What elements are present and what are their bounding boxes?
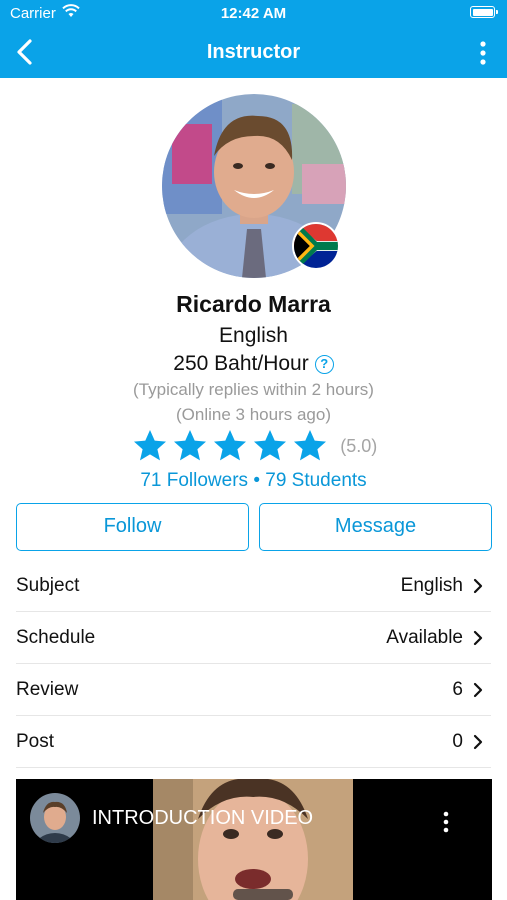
instructor-name: Ricardo Marra [176, 291, 331, 317]
instructor-price: 250 Baht/Hour [173, 352, 309, 375]
more-vertical-icon[interactable] [442, 811, 450, 833]
star-icon [253, 430, 286, 461]
video-channel-avatar [30, 793, 80, 843]
page-title: Instructor [206, 41, 301, 63]
chevron-right-icon [473, 734, 483, 750]
rating-score: (5.0) [340, 435, 378, 456]
message-button[interactable]: Message [259, 503, 492, 551]
row-label: Post [16, 731, 55, 752]
star-icon [293, 430, 326, 461]
more-vertical-icon[interactable] [473, 40, 493, 66]
instructor-subject: English [219, 324, 288, 347]
row-label: Schedule [16, 627, 96, 648]
chevron-right-icon [473, 630, 483, 646]
reply-time-note: (Typically replies within 2 hours) [133, 380, 374, 399]
row-subject[interactable]: Subject English [16, 560, 491, 612]
help-question-icon[interactable]: ? [314, 355, 334, 374]
follow-button[interactable]: Follow [16, 503, 249, 551]
star-container [130, 430, 330, 461]
clock: 12:42 AM [220, 5, 287, 22]
video-title: INTRODUCTION VIDEO [92, 807, 314, 829]
battery-icon [470, 6, 498, 18]
video-frame [153, 779, 353, 900]
row-value: 0 [452, 731, 463, 752]
row-schedule[interactable]: Schedule Available [16, 612, 491, 664]
price-row: 250 Baht/Hour? [0, 352, 507, 376]
star-icon [133, 430, 166, 461]
intro-video-player[interactable]: INTRODUCTION VIDEO [16, 779, 492, 900]
status-bar: Carrier 12:42 AM [0, 0, 507, 28]
rating-stars: (5.0) [0, 428, 507, 464]
row-value: 6 [452, 679, 463, 700]
row-label: Subject [16, 575, 80, 596]
online-status-note: (Online 3 hours ago) [176, 405, 331, 424]
followers-students-count[interactable]: 71 Followers • 79 Students [0, 470, 507, 492]
south-africa-flag-icon [292, 222, 340, 270]
star-icon [173, 430, 206, 461]
star-icon [213, 430, 246, 461]
row-value: English [400, 575, 463, 596]
row-label: Review [16, 679, 79, 700]
row-review[interactable]: Review 6 [16, 664, 491, 716]
row-value: Available [386, 627, 463, 648]
chevron-right-icon [473, 578, 483, 594]
app-header: Carrier 12:42 AM Instructor [0, 0, 507, 78]
row-post[interactable]: Post 0 [16, 716, 491, 768]
chevron-right-icon [473, 682, 483, 698]
profile-avatar-container [162, 94, 346, 354]
